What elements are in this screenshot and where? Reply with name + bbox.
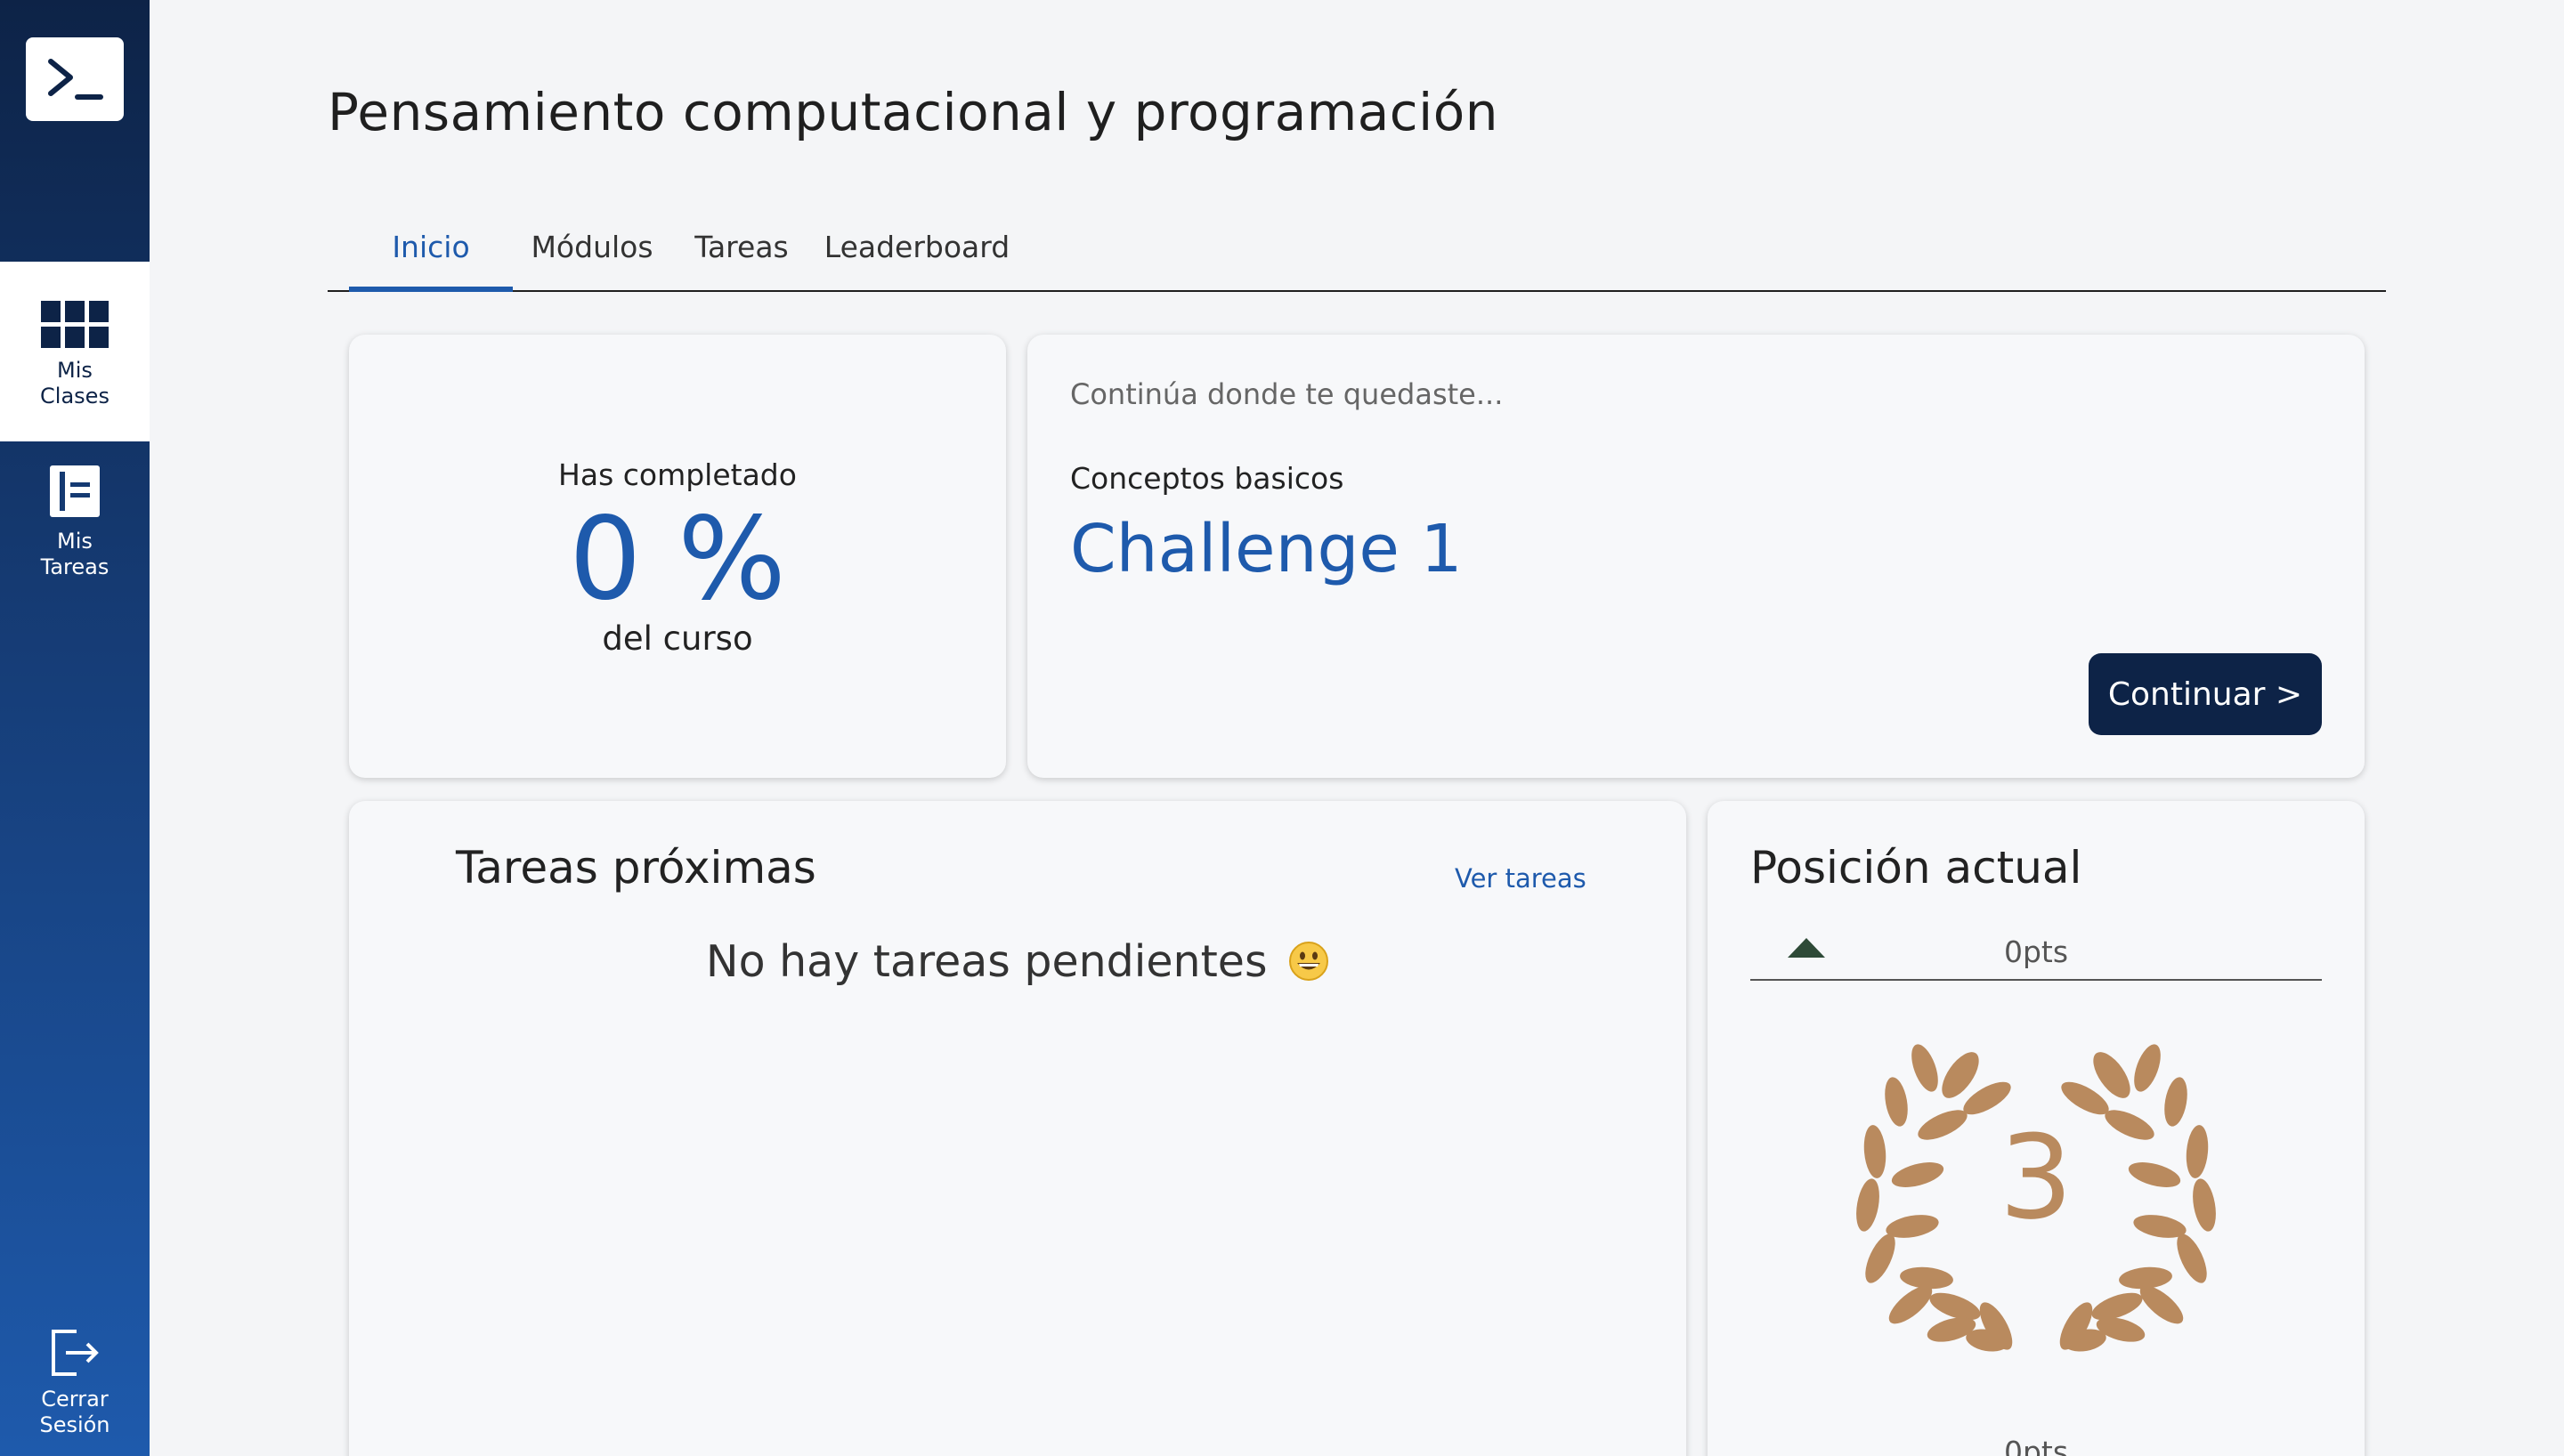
grinning-face-icon — [1289, 942, 1329, 981]
laurel-wreath-icon: 3 — [1856, 1044, 2216, 1352]
sidebar-item-mis-tareas[interactable]: Mis Tareas — [0, 441, 150, 602]
no-tasks-text: No hay tareas pendientes — [705, 936, 1268, 987]
progress-card: Has completado 0 % del curso — [349, 335, 1006, 778]
sidebar-item-label: Sesión — [39, 1412, 110, 1437]
upcoming-tasks-card: Tareas próximas Ver tareas No hay tareas… — [349, 801, 1686, 1456]
rank-number: 3 — [2000, 1110, 2073, 1245]
notebook-icon — [50, 465, 100, 517]
sidebar-item-label: Clases — [40, 384, 110, 408]
see-tasks-link[interactable]: Ver tareas — [1455, 863, 1586, 894]
sidebar-item-label: Tareas — [40, 554, 110, 579]
completed-percent: 0 % — [569, 493, 786, 626]
tab-modulos[interactable]: Módulos — [513, 214, 671, 292]
sidebar-item-label: Mis — [57, 358, 93, 383]
continue-button[interactable]: Continuar > — [2089, 653, 2322, 735]
sidebar-item-label: Cerrar — [41, 1387, 109, 1412]
grid-icon — [41, 301, 109, 348]
sidebar-item-mis-clases[interactable]: Mis Clases — [0, 262, 150, 441]
continue-hint: Continúa donde te quedaste... — [1070, 377, 1504, 411]
continue-card: Continúa donde te quedaste... Conceptos … — [1027, 335, 2365, 778]
logout-icon — [52, 1330, 99, 1376]
challenge-title: Challenge 1 — [1070, 511, 1463, 587]
page-title: Pensamiento computacional y programación — [328, 82, 1499, 142]
course-label: del curso — [602, 619, 753, 658]
position-title: Posición actual — [1750, 842, 2082, 894]
completed-label: Has completado — [558, 457, 797, 492]
sidebar-item-cerrar-sesion[interactable]: Cerrar Sesión — [0, 1317, 150, 1456]
tab-inicio[interactable]: Inicio — [349, 214, 513, 292]
terminal-logo-icon[interactable] — [26, 37, 124, 121]
no-tasks-message: No hay tareas pendientes — [349, 936, 1686, 987]
tab-leaderboard[interactable]: Leaderboard — [812, 214, 1022, 292]
current-position-card: Posición actual 0pts 3 0pts — [1708, 801, 2365, 1456]
module-name: Conceptos basicos — [1070, 461, 1344, 496]
upcoming-tasks-title: Tareas próximas — [456, 842, 816, 894]
position-points: 0pts — [2003, 934, 2069, 969]
position-points-row: 0pts — [1750, 917, 2322, 981]
sidebar-item-label: Mis — [57, 529, 93, 554]
rank-points: 0pts — [2003, 1435, 2069, 1456]
sidebar: Mis Clases Mis Tareas Cerrar Sesión — [0, 0, 150, 1456]
tab-bar: Inicio Módulos Tareas Leaderboard — [328, 214, 2386, 292]
tab-tareas[interactable]: Tareas — [671, 214, 812, 292]
